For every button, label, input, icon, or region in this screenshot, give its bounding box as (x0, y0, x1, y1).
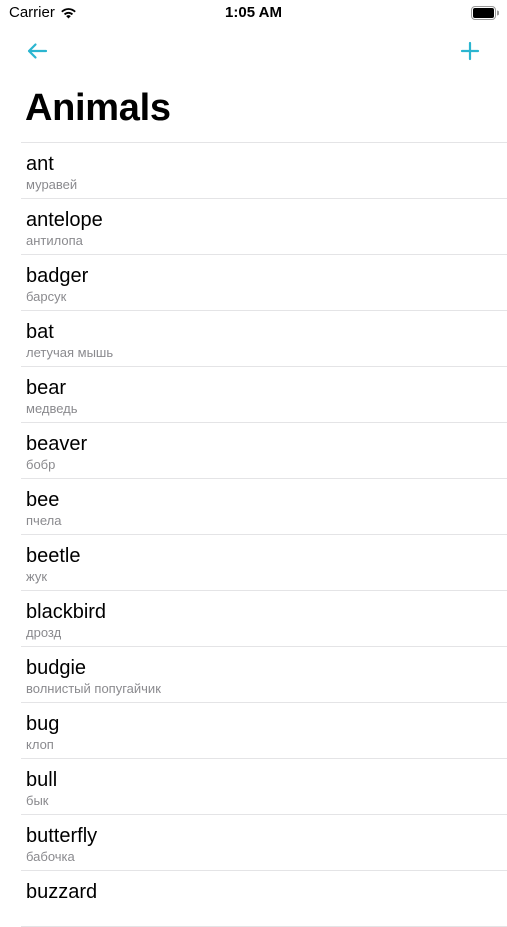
item-subtitle: пчела (26, 513, 62, 528)
page-title: Animals (25, 87, 171, 129)
plus-icon (460, 41, 480, 66)
list-item[interactable]: buzzard (21, 871, 507, 927)
item-title: bee (26, 489, 60, 511)
item-subtitle: муравей (26, 177, 78, 192)
item-subtitle: барсук (26, 289, 67, 304)
list-item[interactable]: beaver бобр (21, 423, 507, 479)
list-item[interactable]: bug клоп (21, 703, 507, 759)
item-title: buzzard (26, 881, 98, 903)
item-title: bear (26, 377, 67, 399)
navigation-bar (0, 28, 507, 78)
item-subtitle: бобр (26, 457, 56, 472)
add-button[interactable] (455, 38, 485, 68)
item-subtitle: бык (26, 793, 49, 808)
list-item[interactable]: badger барсук (21, 255, 507, 311)
item-title: butterfly (26, 825, 98, 847)
item-title: antelope (26, 209, 103, 231)
arrow-left-icon (26, 42, 48, 65)
item-subtitle: волнистый попугайчик (26, 681, 161, 696)
item-subtitle: антилопа (26, 233, 83, 248)
item-title: bull (26, 769, 58, 791)
item-title: budgie (26, 657, 87, 679)
list-item[interactable]: budgie волнистый попугайчик (21, 647, 507, 703)
item-subtitle: летучая мышь (26, 345, 114, 360)
list-item[interactable]: bat летучая мышь (21, 311, 507, 367)
back-button[interactable] (22, 38, 52, 68)
item-title: bug (26, 713, 60, 735)
list-item[interactable]: bull бык (21, 759, 507, 815)
item-title: ant (26, 153, 54, 175)
list-item[interactable]: beetle жук (21, 535, 507, 591)
list-item[interactable]: bear медведь (21, 367, 507, 423)
item-title: bat (26, 321, 54, 343)
list-item[interactable]: blackbird дрозд (21, 591, 507, 647)
item-title: beetle (26, 545, 81, 567)
item-subtitle: бабочка (26, 849, 75, 864)
item-title: badger (26, 265, 89, 287)
item-subtitle: дрозд (26, 625, 62, 640)
item-subtitle: жук (26, 569, 48, 584)
list-item[interactable]: butterfly бабочка (21, 815, 507, 871)
item-subtitle: клоп (26, 737, 54, 752)
item-title: blackbird (26, 601, 107, 623)
list-item[interactable]: bee пчела (21, 479, 507, 535)
status-bar: Carrier 1:05 AM (0, 0, 507, 28)
animals-list: ant муравей antelope антилопа badger бар… (21, 142, 507, 927)
battery-icon (471, 6, 499, 20)
status-time: 1:05 AM (225, 4, 282, 21)
item-subtitle: медведь (26, 401, 78, 416)
list-item[interactable]: antelope антилопа (21, 199, 507, 255)
list-item[interactable]: ant муравей (21, 143, 507, 199)
item-title: beaver (26, 433, 88, 455)
